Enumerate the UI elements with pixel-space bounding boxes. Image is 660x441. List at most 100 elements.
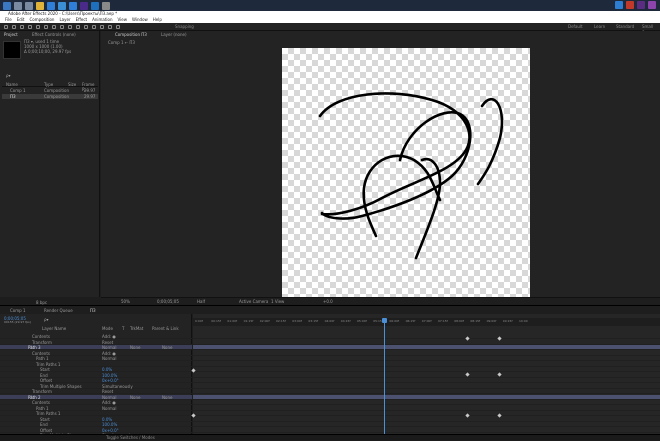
brush-tool-icon[interactable]	[84, 25, 88, 29]
track-row[interactable]	[193, 406, 660, 411]
rotate-tool-icon[interactable]	[36, 25, 40, 29]
track-row[interactable]	[193, 373, 660, 378]
timeline-tab-comp1[interactable]: Comp 1	[10, 308, 26, 313]
rectangle-tool-icon[interactable]	[60, 25, 64, 29]
track-row[interactable]	[193, 428, 660, 433]
track-row[interactable]	[193, 417, 660, 422]
comp-canvas[interactable]	[282, 48, 530, 297]
clone-tool-icon[interactable]	[92, 25, 96, 29]
layer-row[interactable]: 1 Path 3 Normal None None	[0, 345, 192, 350]
timeline-tab-pz[interactable]: ПЗ	[90, 308, 96, 313]
viewer-timecode[interactable]: 0;00;05;05	[157, 299, 179, 304]
track-row[interactable]	[193, 334, 660, 339]
render-queue-tab[interactable]: Render Queue	[44, 308, 73, 313]
resolution-dropdown[interactable]: Half	[197, 299, 205, 304]
timeline-search-input[interactable]: ρ▾	[44, 317, 49, 322]
track-row[interactable]	[193, 411, 660, 416]
search-icon[interactable]	[14, 1, 22, 10]
row-value[interactable]: 0.0%	[102, 367, 112, 372]
snapping-label[interactable]: Snapping	[175, 24, 194, 30]
column-mode[interactable]: Mode	[102, 326, 113, 331]
pan-behind-tool-icon[interactable]	[52, 25, 56, 29]
home-icon[interactable]	[4, 25, 8, 29]
workspace-learn[interactable]: Learn	[594, 24, 605, 30]
track-row[interactable]	[193, 389, 660, 394]
row-value[interactable]: 100.0%	[102, 422, 117, 427]
layer-trkmat-dropdown[interactable]: None	[130, 395, 140, 400]
mail-icon[interactable]	[69, 1, 77, 10]
property-row[interactable]: End 100.0%	[0, 422, 192, 427]
settings-icon[interactable]	[102, 1, 110, 10]
project-item[interactable]: Comp 1 Composition 29.97	[2, 88, 98, 93]
explorer-icon[interactable]	[36, 1, 44, 10]
tray-icon[interactable]	[637, 1, 645, 9]
camera-tool-icon[interactable]	[44, 25, 48, 29]
track-row[interactable]	[193, 340, 660, 345]
layer-parent-dropdown[interactable]: None	[162, 345, 172, 350]
track-row[interactable]	[193, 367, 660, 372]
selection-tool-icon[interactable]	[12, 25, 16, 29]
property-row[interactable]: End 100.0%	[0, 373, 192, 378]
project-tab[interactable]: Project	[4, 32, 18, 37]
column-layer-name[interactable]: Layer Name	[42, 326, 66, 331]
edge-icon[interactable]	[47, 1, 55, 10]
property-row[interactable]: Start 0.0%	[0, 367, 192, 372]
type-tool-icon[interactable]	[76, 25, 80, 29]
project-item-selected[interactable]: ПЗ Composition 29.97	[2, 94, 98, 99]
puppet-tool-icon[interactable]	[116, 25, 120, 29]
property-row[interactable]: Transform Reset	[0, 389, 192, 394]
workspace-standard[interactable]: Standard	[616, 24, 634, 30]
layer-duration-bar[interactable]	[193, 394, 660, 400]
pen-tool-icon[interactable]	[68, 25, 72, 29]
hand-tool-icon[interactable]	[20, 25, 24, 29]
property-row[interactable]: Path 1 Normal	[0, 406, 192, 411]
zoom-dropdown[interactable]: 50%	[121, 299, 130, 304]
tray-icon[interactable]	[648, 1, 656, 9]
row-value[interactable]: 0x+0.0°	[102, 428, 119, 433]
workspace-default[interactable]: Default	[568, 24, 583, 30]
layer-trkmat-dropdown[interactable]: None	[130, 345, 140, 350]
layer-tab[interactable]: Layer (none)	[161, 32, 187, 37]
property-row[interactable]: Trim Paths 1	[0, 411, 192, 416]
time-ruler[interactable]: 0:00f 00:15f 01:00f 01:15f 02:00f 02:15f 03:00…	[193, 318, 660, 326]
tray-icon[interactable]	[626, 1, 634, 9]
property-row[interactable]: Offset 0x+0.0°	[0, 428, 192, 433]
current-time-indicator-head[interactable]	[382, 318, 387, 323]
column-size[interactable]: Size	[68, 82, 76, 87]
property-row[interactable]: Contents Add: ●	[0, 351, 192, 356]
comp-breadcrumb[interactable]: Comp 1 ← ПЗ	[108, 40, 135, 45]
column-type[interactable]: Type	[44, 82, 53, 87]
camera-dropdown[interactable]: Active Camera	[239, 299, 268, 304]
layer-parent-dropdown[interactable]: None	[162, 395, 172, 400]
composition-tab[interactable]: Composition ПЗ	[115, 32, 147, 37]
store-icon[interactable]	[58, 1, 66, 10]
property-row[interactable]: Contents Add: ●	[0, 334, 192, 339]
tray-icon[interactable]	[615, 1, 623, 9]
column-t[interactable]: T	[122, 326, 124, 331]
property-row[interactable]: Trim Paths 1	[0, 362, 192, 367]
property-row[interactable]: Transform Reset	[0, 340, 192, 345]
property-row[interactable]: Path 1 Normal	[0, 356, 192, 361]
effect-controls-tab[interactable]: Effect Controls (none)	[32, 32, 76, 37]
property-row[interactable]: Contents Add: ●	[0, 400, 192, 405]
exposure-value[interactable]: +0.0	[323, 299, 333, 304]
row-value[interactable]: 0x+0.0°	[102, 378, 119, 383]
column-parent[interactable]: Parent & Link	[152, 326, 179, 331]
zoom-tool-icon[interactable]	[28, 25, 32, 29]
layer-duration-bar[interactable]	[193, 345, 660, 350]
project-search-input[interactable]: ρ▾	[6, 73, 11, 78]
property-row[interactable]: Offset 0x+0.0°	[0, 378, 192, 383]
ae-icon[interactable]	[80, 1, 88, 10]
current-time-indicator[interactable]	[384, 318, 385, 440]
eraser-tool-icon[interactable]	[100, 25, 104, 29]
layer-mode-dropdown[interactable]: Normal	[102, 395, 116, 400]
property-row[interactable]: Trim Multiple Shapes Simultaneously	[0, 384, 192, 389]
track-row[interactable]	[193, 356, 660, 361]
track-row[interactable]	[193, 351, 660, 356]
row-value[interactable]: 0.0%	[102, 417, 112, 422]
task-view-icon[interactable]	[25, 1, 33, 10]
track-row[interactable]	[193, 422, 660, 427]
track-row[interactable]	[193, 362, 660, 367]
track-row[interactable]	[193, 378, 660, 383]
roto-tool-icon[interactable]	[108, 25, 112, 29]
